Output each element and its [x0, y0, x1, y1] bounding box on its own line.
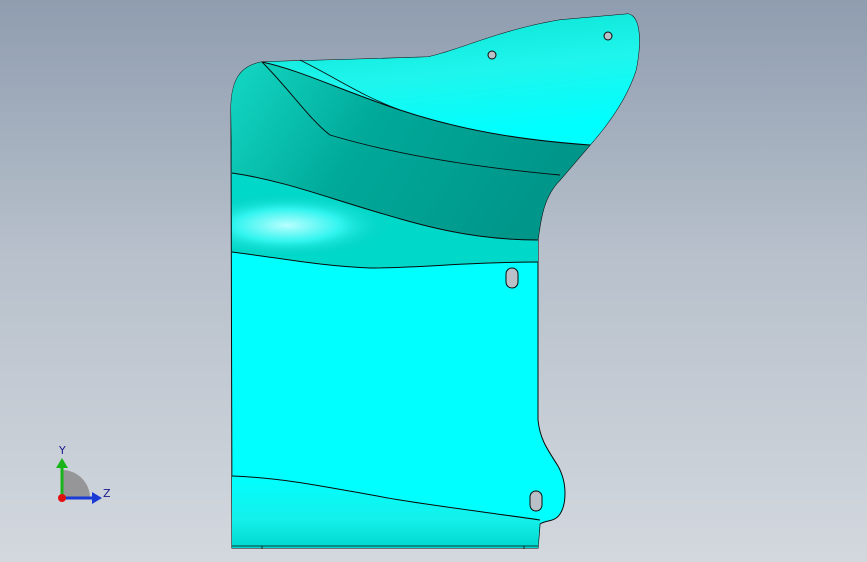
slot-hole-middle[interactable]	[505, 267, 519, 289]
mount-hole-top-right[interactable]	[603, 31, 613, 41]
z-axis-arrowhead	[92, 492, 102, 504]
y-axis-arrowhead	[56, 458, 68, 468]
slot-hole-bottom[interactable]	[529, 490, 543, 512]
y-axis-label: Y	[58, 444, 66, 457]
z-axis-label: Z	[103, 487, 111, 500]
mount-hole-top-left[interactable]	[487, 50, 497, 60]
cad-graphics-viewport[interactable]: Y Z	[0, 0, 867, 562]
coordinate-triad: Y Z	[56, 444, 111, 504]
triad-sector	[62, 470, 90, 498]
model-view[interactable]: Y Z	[0, 0, 867, 562]
x-axis-dot	[58, 494, 66, 502]
sheet-metal-part[interactable]	[230, 13, 640, 549]
